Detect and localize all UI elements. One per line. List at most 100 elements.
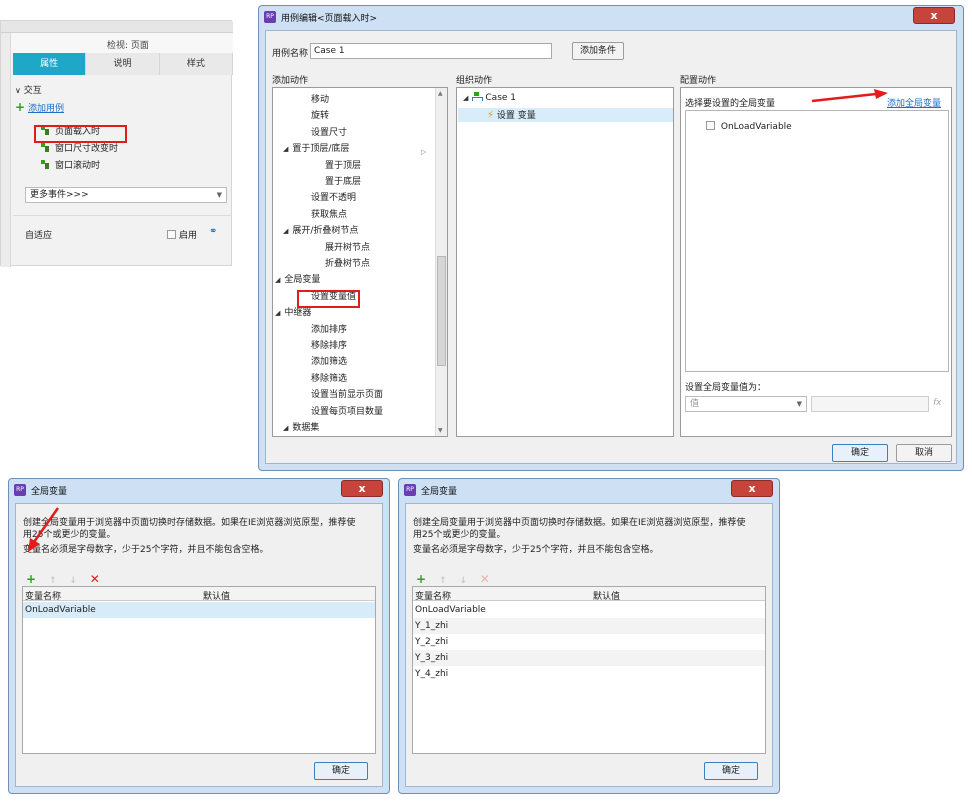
table-row[interactable]: OnLoadVariable — [23, 602, 375, 618]
app-logo-icon: RP — [404, 484, 416, 496]
action-item[interactable]: ◢ 全局变量 — [275, 272, 320, 285]
add-condition-button[interactable]: 添加条件 — [572, 42, 624, 60]
action-label: 设置每页项目数量 — [311, 406, 384, 417]
action-item[interactable]: 旋转 — [311, 108, 329, 121]
event-label: 窗口尺寸改变时 — [55, 144, 119, 154]
value-type-label: 值 — [690, 399, 700, 409]
action-item[interactable]: 展开树节点 — [325, 240, 370, 253]
cancel-button[interactable]: 取消 — [896, 444, 952, 462]
close-button[interactable]: x — [731, 480, 773, 497]
action-item[interactable]: 移除筛选 — [311, 371, 347, 384]
global-variables-dialog-right: RP 全局变量 x 创建全局变量用于浏览器中页面切换时存储数据。如果在IE浏览器… — [398, 478, 780, 794]
ok-button[interactable]: 确定 — [314, 762, 368, 780]
col-organize-actions: 组织动作 — [456, 76, 493, 86]
description-line-2: 用25个或更少的变量。 — [413, 530, 506, 540]
action-item[interactable]: 置于顶层 — [325, 158, 361, 171]
add-case-link[interactable]: 添加用例 — [28, 104, 64, 114]
dialog-title: 全局变量 — [421, 487, 458, 497]
event-icon — [41, 143, 50, 152]
binoculars-icon[interactable]: ⚭ — [209, 226, 217, 237]
variable-toolbar: + ↑ ↓ ✕ — [416, 572, 500, 586]
action-label: 移除排序 — [311, 341, 348, 351]
action-item[interactable]: 设置尺寸 — [311, 125, 347, 138]
highlight-box — [34, 125, 127, 143]
action-item[interactable]: 获取焦点 — [311, 207, 347, 220]
ok-button[interactable]: 确定 — [704, 762, 758, 780]
delete-icon[interactable]: ✕ — [90, 572, 100, 586]
dialog-titlebar: RP 全局变量 x — [9, 479, 389, 501]
submenu-arrow-icon: ▷ — [421, 148, 427, 156]
action-item[interactable]: ◢ 置于顶层/底层 — [283, 141, 349, 154]
variables-table: 变量名称 默认值 OnLoadVariable Y_1_zhi Y_2_zhi Y_3… — [412, 586, 766, 754]
action-item[interactable]: 设置每页项目数量 — [311, 404, 383, 417]
add-global-variable-link[interactable]: 添加全局变量 — [887, 96, 941, 109]
interaction-section[interactable]: ∨ 交互 — [15, 83, 42, 96]
add-variable-icon[interactable]: + — [416, 572, 426, 586]
add-variable-icon[interactable]: + — [26, 572, 36, 586]
action-item[interactable]: ◢ 数据集 — [283, 420, 319, 433]
scroll-down-icon[interactable]: ▼ — [438, 427, 443, 434]
close-button[interactable]: x — [341, 480, 383, 497]
fx-button[interactable]: fx — [933, 398, 942, 408]
table-row[interactable]: OnLoadVariable — [413, 602, 765, 618]
table-row[interactable]: Y_4_zhi — [413, 666, 765, 682]
tab-properties[interactable]: 属性 — [13, 53, 87, 75]
delete-icon[interactable]: ✕ — [480, 572, 490, 586]
inspector-topbar — [1, 21, 233, 33]
action-label: 移除筛选 — [311, 373, 348, 384]
tab-notes[interactable]: 说明 — [86, 53, 160, 75]
var-checkbox[interactable] — [706, 121, 715, 130]
table-row[interactable]: Y_3_zhi — [413, 650, 765, 666]
actions-scrollbar[interactable]: ▲ ▼ — [435, 88, 447, 436]
dialog-client: 用例名称 Case 1 添加条件 添加动作 组织动作 配置动作 移动 旋转 设置尺寸… — [265, 30, 957, 464]
dialog-client: 创建全局变量用于浏览器中页面切换时存储数据。如果在IE浏览器浏览原型，推荐使 用… — [405, 503, 773, 787]
inspector-side-strip[interactable] — [1, 33, 11, 267]
action-item[interactable]: 添加排序 — [311, 322, 347, 335]
description-line-3: 变量名必须是字母数字，少于25个字符，并且不能包含空格。 — [413, 545, 659, 555]
add-case-row[interactable]: + 添加用例 — [15, 100, 64, 114]
event-onwindowscroll[interactable]: 窗口滚动时 — [41, 158, 100, 171]
action-item[interactable]: 置于底层 — [325, 174, 361, 187]
table-row[interactable]: Y_1_zhi — [413, 618, 765, 634]
action-label: 设置当前显示页面 — [311, 390, 384, 401]
close-button[interactable]: x — [913, 7, 955, 24]
table-row[interactable]: Y_2_zhi — [413, 634, 765, 650]
ok-button[interactable]: 确定 — [832, 444, 888, 462]
action-label: 移动 — [311, 95, 330, 105]
action-label: 全局变量 — [284, 275, 321, 286]
case-name-input[interactable]: Case 1 — [310, 43, 552, 59]
divider — [13, 215, 231, 216]
action-item[interactable]: 移动 — [311, 92, 329, 105]
table-header: 变量名称 默认值 — [413, 587, 765, 602]
dialog-title: 全局变量 — [31, 487, 68, 497]
action-item[interactable]: 添加筛选 — [311, 354, 347, 367]
col-add-actions: 添加动作 — [272, 76, 309, 86]
move-down-icon[interactable]: ↓ — [69, 576, 77, 586]
case-tree-action[interactable]: ⚡ 设置 变量 — [487, 108, 536, 121]
col-variable-name: 变量名称 — [415, 592, 452, 602]
action-item[interactable]: ◢ 展开/折叠树节点 — [283, 223, 358, 236]
collapse-icon: ◢ — [275, 309, 281, 318]
dialog-titlebar: RP 全局变量 x — [399, 479, 779, 501]
action-item[interactable]: 折叠树节点 — [325, 256, 370, 269]
move-down-icon[interactable]: ↓ — [459, 576, 467, 586]
global-var-item[interactable]: OnLoadVariable — [706, 121, 792, 132]
action-item[interactable]: 设置当前显示页面 — [311, 387, 383, 400]
variable-toolbar: + ↑ ↓ ✕ — [26, 572, 110, 586]
value-type-select[interactable]: 值 ▼ — [685, 396, 807, 412]
move-up-icon[interactable]: ↑ — [439, 576, 447, 586]
more-events-dropdown[interactable]: 更多事件>>> ▼ — [25, 187, 227, 203]
tab-style[interactable]: 样式 — [159, 53, 233, 75]
move-up-icon[interactable]: ↑ — [49, 576, 57, 586]
action-item[interactable]: 移除排序 — [311, 338, 347, 351]
action-item[interactable]: 设置不透明 — [311, 190, 356, 203]
scroll-up-icon[interactable]: ▲ — [438, 90, 443, 97]
scroll-thumb[interactable] — [437, 256, 446, 366]
organize-actions-tree: ◢ Case 1 ⚡ 设置 变量 — [456, 87, 674, 437]
case-tree-root[interactable]: ◢ Case 1 — [463, 92, 516, 103]
event-label: 窗口滚动时 — [55, 161, 101, 171]
enable-checkbox-row[interactable]: 启用 — [167, 228, 197, 241]
value-input[interactable] — [811, 396, 929, 412]
inspector-title-row: 检视: 页面 — [11, 33, 233, 53]
enable-checkbox[interactable] — [167, 230, 176, 239]
